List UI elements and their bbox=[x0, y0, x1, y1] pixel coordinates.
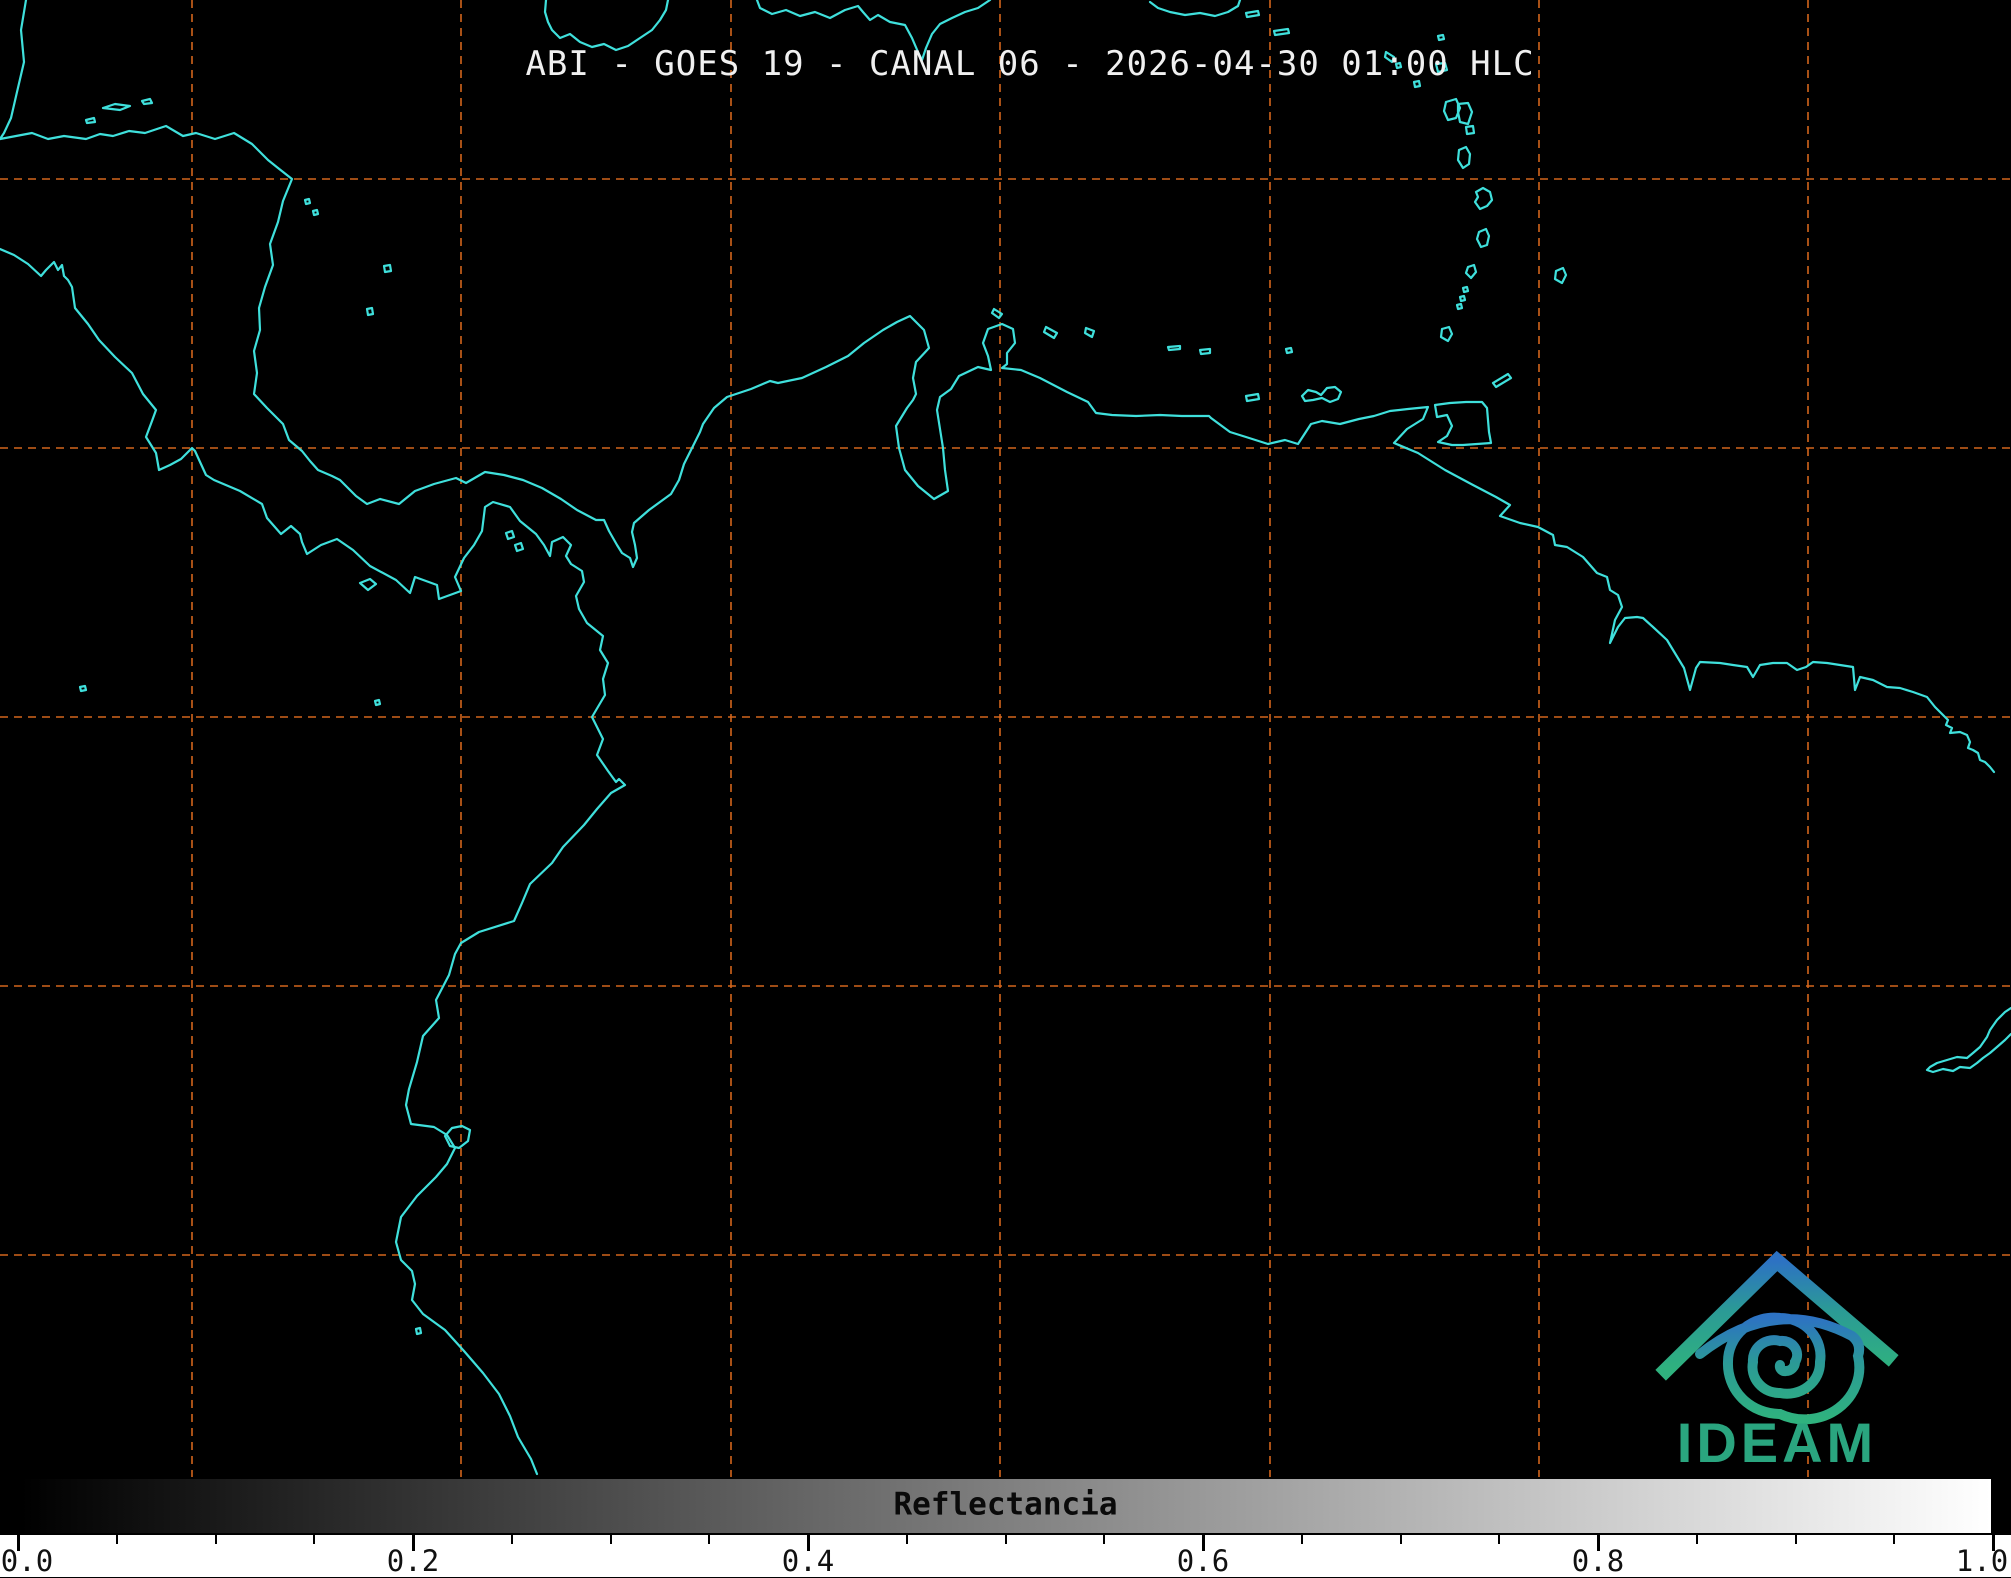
island-st-lucia bbox=[1475, 227, 1491, 249]
island-dominica bbox=[1456, 145, 1472, 170]
coastline-overlay bbox=[0, 0, 2011, 1476]
island-providencia bbox=[382, 263, 393, 274]
island-st-vincent bbox=[1464, 263, 1478, 280]
la-tortuga bbox=[1244, 392, 1261, 403]
colorbar-minor-tick bbox=[1695, 1535, 1698, 1544]
island-tobago bbox=[1491, 372, 1513, 389]
colorbar-minor-tick bbox=[1399, 1535, 1402, 1544]
colorbar-minor-tick bbox=[313, 1535, 316, 1544]
colorbar-gradient: Reflectancia bbox=[18, 1477, 1993, 1535]
cayos-miskitos bbox=[303, 197, 312, 206]
colorbar-label: Reflectancia bbox=[893, 1486, 1118, 1523]
ideam-logo: IDEAM bbox=[1655, 1250, 1899, 1474]
colorbar-minor-tick bbox=[1794, 1535, 1797, 1544]
colorbar-minor-tick bbox=[115, 1535, 118, 1544]
island-roatan bbox=[101, 102, 132, 112]
island-st-croix bbox=[1272, 27, 1291, 37]
island-barbados bbox=[1553, 266, 1568, 285]
pearl-islands-2 bbox=[513, 541, 525, 553]
colorbar-minor-tick bbox=[905, 1535, 908, 1544]
island-martinique bbox=[1473, 186, 1494, 211]
cayos-miskitos-2 bbox=[311, 208, 320, 217]
pacific-coast bbox=[0, 247, 627, 1476]
caribbean-mainland-coast bbox=[0, 124, 1996, 774]
jamaica-south-coast bbox=[543, 0, 670, 52]
colorbar-tick-label: 0.0 bbox=[0, 1544, 54, 1578]
logo-wordmark: IDEAM bbox=[1677, 1411, 1877, 1474]
colorbar-minor-tick bbox=[510, 1535, 513, 1544]
colorbar-tick-label: 0.2 bbox=[386, 1544, 440, 1578]
la-blanquilla bbox=[1284, 346, 1294, 355]
grenadines-3 bbox=[1455, 302, 1464, 311]
island-bonaire bbox=[1083, 326, 1096, 339]
colorbar-tick-label: 0.6 bbox=[1176, 1544, 1230, 1578]
island-san-andres bbox=[365, 306, 375, 317]
colorbar-minor-tick bbox=[1004, 1535, 1007, 1544]
island-utila bbox=[84, 116, 97, 125]
island-trinidad bbox=[1433, 400, 1493, 447]
colorbar-minor-tick bbox=[1103, 1535, 1106, 1544]
grenadines-1 bbox=[1461, 285, 1470, 294]
amazon-mouth-coast bbox=[1925, 1006, 2011, 1074]
colorbar-tick-label: 0.8 bbox=[1571, 1544, 1625, 1578]
island-cocos bbox=[78, 684, 88, 693]
island-marie-galante bbox=[1464, 124, 1476, 136]
colorbar-minor-tick bbox=[708, 1535, 711, 1544]
pearl-islands bbox=[504, 529, 516, 541]
island-grenada bbox=[1439, 325, 1454, 343]
colorbar-minor-tick bbox=[214, 1535, 217, 1544]
island-malpelo bbox=[373, 698, 382, 707]
satellite-map-canvas: IDEAM bbox=[0, 0, 2011, 1477]
belize-coast bbox=[0, 0, 28, 141]
island-lobos bbox=[414, 1326, 423, 1336]
logo-hurricane-eye-icon bbox=[1695, 1312, 1865, 1425]
satellite-image-viewport: IDEAM ABI - GOES 19 - CANAL 06 - 2026-04… bbox=[0, 0, 2011, 1578]
island-margarita bbox=[1300, 385, 1343, 404]
colorbar-tick-label: 1.0 bbox=[1955, 1544, 2009, 1578]
los-roques bbox=[1166, 344, 1182, 352]
colorbar-minor-tick bbox=[609, 1535, 612, 1544]
island-guanaja bbox=[140, 97, 154, 106]
island-coiba bbox=[358, 577, 378, 592]
colorbar-minor-tick bbox=[1300, 1535, 1303, 1544]
image-title: ABI - GOES 19 - CANAL 06 - 2026-04-30 01… bbox=[525, 44, 1535, 84]
colorbar-axis: 0.0 0.2 0.4 0.6 0.8 1.0 bbox=[0, 1535, 2011, 1578]
grenadines-2 bbox=[1458, 294, 1467, 303]
puerto-rico-south-coast bbox=[1148, 0, 1242, 18]
graticule-gridlines bbox=[0, 0, 2011, 1477]
colorbar-minor-tick bbox=[1498, 1535, 1501, 1544]
colorbar-tick-label: 0.4 bbox=[781, 1544, 835, 1578]
la-orchila bbox=[1198, 347, 1212, 356]
island-vieques bbox=[1244, 9, 1261, 19]
island-curacao bbox=[1042, 325, 1059, 340]
island-barbuda bbox=[1436, 33, 1446, 42]
colorbar-minor-tick bbox=[1893, 1535, 1896, 1544]
